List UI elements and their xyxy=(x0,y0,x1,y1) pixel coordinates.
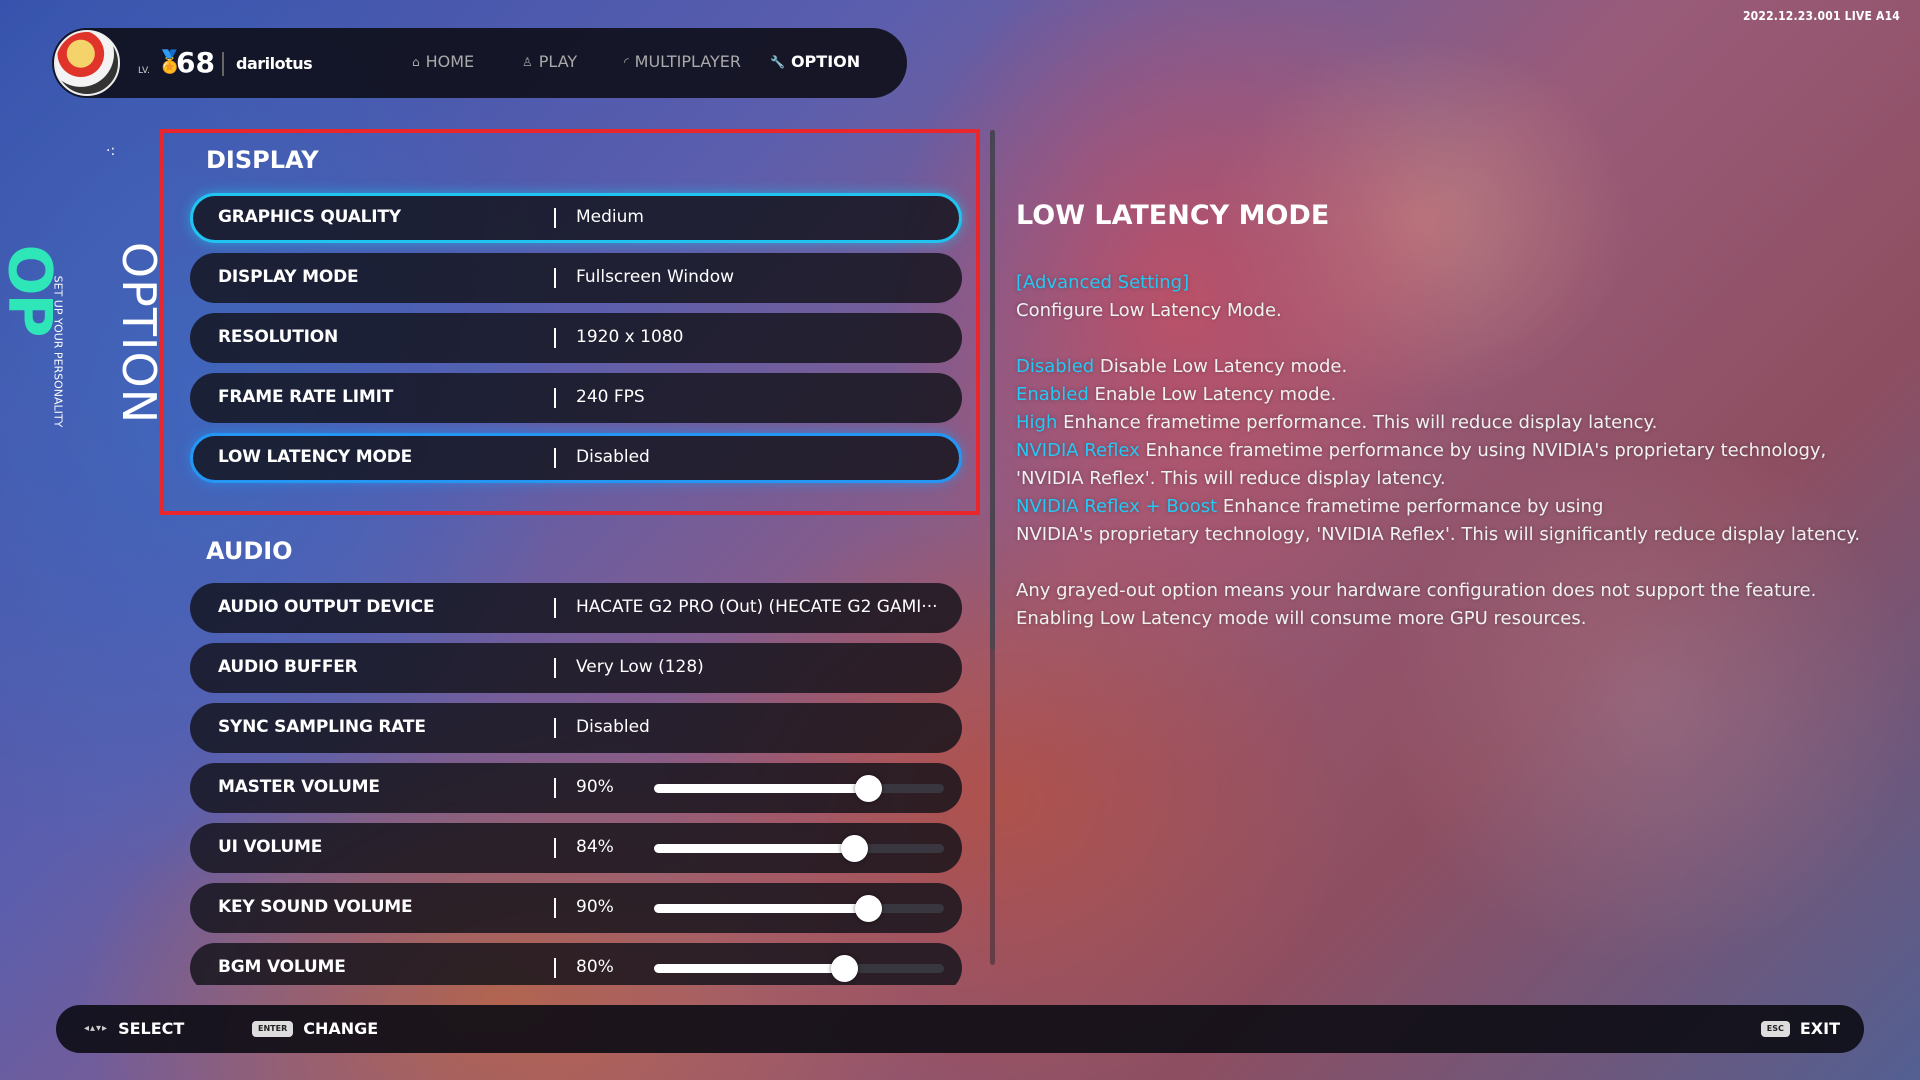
setting-value: HACATE G2 PRO (Out) (HECATE G2 GAMI··· xyxy=(576,597,938,617)
slider-knob[interactable] xyxy=(841,835,868,862)
setting-value: 84% xyxy=(576,837,614,857)
setting-label: MASTER VOLUME xyxy=(218,777,380,797)
setting-master-volume[interactable]: MASTER VOLUME 90% xyxy=(190,763,962,813)
separator xyxy=(554,598,556,618)
esc-key-icon: ESC xyxy=(1760,1020,1790,1037)
advanced-setting-tag: [Advanced Setting] xyxy=(1016,272,1190,293)
bottom-bar: ◂▴▾▸ SELECT ENTER CHANGE ESC EXIT xyxy=(56,1005,1864,1053)
option-desc-enabled: Enabled Enable Low Latency mode. xyxy=(1016,384,1337,405)
slider-knob[interactable] xyxy=(855,895,882,922)
description-note-2: Enabling Low Latency mode will consume m… xyxy=(1016,608,1587,629)
option-desc-disabled: Disabled Disable Low Latency mode. xyxy=(1016,356,1348,377)
separator xyxy=(554,838,556,858)
setting-value: 90% xyxy=(576,897,614,917)
setting-bgm-volume[interactable]: BGM VOLUME 80% xyxy=(190,943,962,985)
signal-icon: ◜ xyxy=(624,54,629,69)
hint-exit[interactable]: ESC EXIT xyxy=(1760,1019,1840,1038)
side-title: OP OPTION SET UP YOUR PERSONALITY xyxy=(0,160,166,440)
setting-label: UI VOLUME xyxy=(218,837,323,857)
scrollbar-thumb[interactable] xyxy=(990,130,995,650)
volume-slider[interactable] xyxy=(654,835,944,862)
version-label: 2022.12.23.001 LIVE A14 xyxy=(1742,9,1900,23)
username: darilotus xyxy=(236,54,313,73)
nav-multiplayer-label: MULTIPLAYER xyxy=(634,52,742,71)
description-panel: LOW LATENCY MODE [Advanced Setting] Conf… xyxy=(1016,200,1896,633)
level-prefix: LV. xyxy=(138,66,150,76)
volume-slider[interactable] xyxy=(654,895,944,922)
hint-select[interactable]: ◂▴▾▸ SELECT xyxy=(84,1019,184,1038)
option-desc-high: High Enhance frametime performance. This… xyxy=(1016,412,1658,433)
setting-label: BGM VOLUME xyxy=(218,957,346,977)
hint-select-label: SELECT xyxy=(118,1019,185,1038)
home-icon: ⌂ xyxy=(412,54,420,69)
setting-label: SYNC SAMPLING RATE xyxy=(218,717,426,737)
description-intro: Configure Low Latency Mode. xyxy=(1016,300,1282,321)
volume-slider[interactable] xyxy=(654,955,944,982)
slider-fill xyxy=(654,964,844,973)
nav-option-label: OPTION xyxy=(790,52,861,71)
avatar[interactable] xyxy=(54,30,120,96)
option-desc-nvidia-reflex: NVIDIA Reflex Enhance frametime performa… xyxy=(1016,440,1827,489)
display-focus-frame xyxy=(160,129,980,515)
nav-play-label: PLAY xyxy=(538,52,578,71)
enter-key-icon: ENTER xyxy=(252,1020,294,1037)
audio-section-title: AUDIO xyxy=(206,537,293,565)
setting-key-sound-volume[interactable]: KEY SOUND VOLUME 90% xyxy=(190,883,962,933)
hint-change[interactable]: ENTER CHANGE xyxy=(252,1019,378,1038)
divider xyxy=(222,52,224,76)
setting-sync-sampling-rate[interactable]: SYNC SAMPLING RATE Disabled xyxy=(190,703,962,753)
nav-multiplayer[interactable]: ◜ MULTIPLAYER xyxy=(624,52,741,71)
setting-audio-output-device[interactable]: AUDIO OUTPUT DEVICE HACATE G2 PRO (Out) … xyxy=(190,583,962,633)
separator xyxy=(554,718,556,738)
setting-value: 90% xyxy=(576,777,614,797)
setting-label: AUDIO BUFFER xyxy=(218,657,358,677)
player-level: 68 xyxy=(176,46,215,79)
slider-fill xyxy=(654,904,868,913)
setting-value: Very Low (128) xyxy=(576,657,704,677)
side-subtitle: SET UP YOUR PERSONALITY xyxy=(51,275,65,428)
arrow-keys-icon: ◂▴▾▸ xyxy=(84,1023,109,1034)
slider-fill xyxy=(654,784,868,793)
setting-ui-volume[interactable]: UI VOLUME 84% xyxy=(190,823,962,873)
separator xyxy=(554,898,556,918)
hint-change-label: CHANGE xyxy=(303,1019,379,1038)
play-icon: ♙ xyxy=(522,54,533,69)
slider-knob[interactable] xyxy=(855,775,882,802)
setting-audio-buffer[interactable]: AUDIO BUFFER Very Low (128) xyxy=(190,643,962,693)
slider-knob[interactable] xyxy=(831,955,858,982)
option-desc-boost-line2: NVIDIA's proprietary technology, 'NVIDIA… xyxy=(1016,524,1861,545)
volume-slider[interactable] xyxy=(654,775,944,802)
nav-home[interactable]: ⌂ HOME xyxy=(412,52,474,71)
option-desc-nvidia-reflex-boost: NVIDIA Reflex + Boost Enhance frametime … xyxy=(1016,496,1604,517)
setting-value: Disabled xyxy=(576,717,650,737)
hint-exit-label: EXIT xyxy=(1799,1019,1840,1038)
top-bar: LV. 🏅 68 darilotus ⌂ HOME ♙ PLAY ◜ MULTI… xyxy=(52,28,907,98)
setting-label: KEY SOUND VOLUME xyxy=(218,897,413,917)
slider-fill xyxy=(654,844,854,853)
setting-label: AUDIO OUTPUT DEVICE xyxy=(218,597,435,617)
nav-play[interactable]: ♙ PLAY xyxy=(522,52,577,71)
setting-value: 80% xyxy=(576,957,614,977)
nav-option[interactable]: 🔧 OPTION xyxy=(770,52,860,71)
wrench-icon: 🔧 xyxy=(770,54,785,69)
separator xyxy=(554,778,556,798)
separator xyxy=(554,658,556,678)
nav-home-label: HOME xyxy=(425,52,475,71)
separator xyxy=(554,958,556,978)
dots-decoration: ·: xyxy=(106,143,116,159)
side-option-word: OPTION xyxy=(112,241,167,425)
description-title: LOW LATENCY MODE xyxy=(1016,200,1330,231)
description-note-1: Any grayed-out option means your hardwar… xyxy=(1016,580,1817,601)
